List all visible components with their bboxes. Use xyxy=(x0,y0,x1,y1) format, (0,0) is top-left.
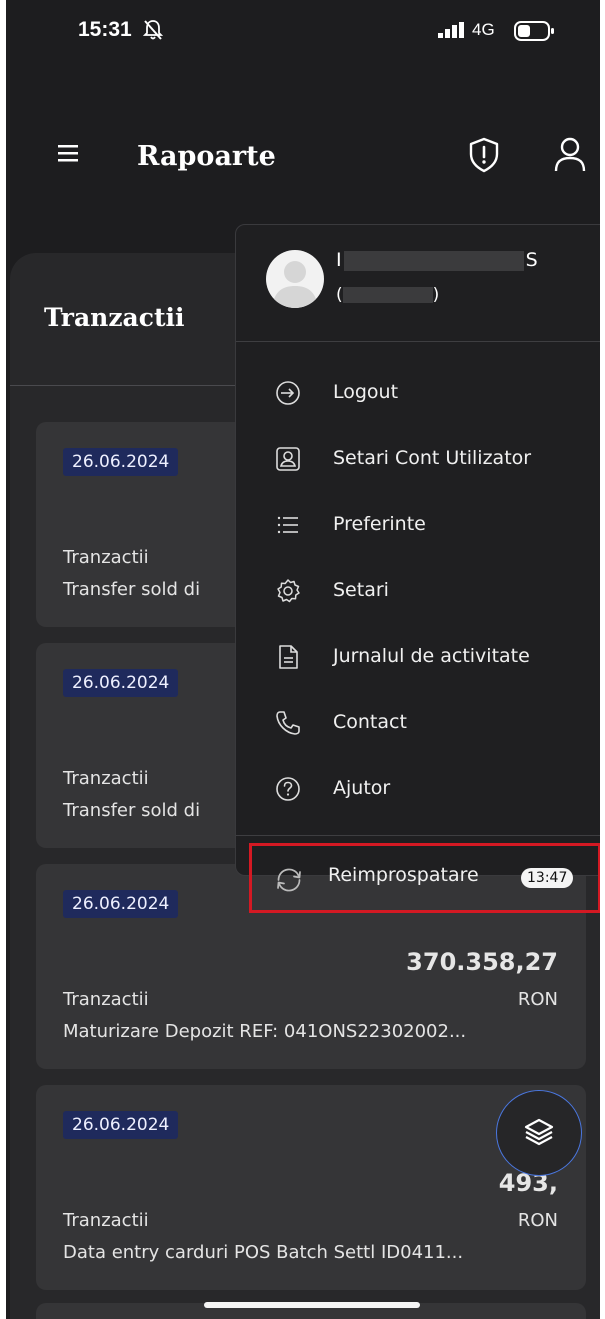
menu-item-label: Jurnalul de activitate xyxy=(333,645,530,667)
layers-icon xyxy=(524,1118,554,1146)
refresh-icon xyxy=(277,868,301,892)
menu-item-preferences[interactable]: Preferinte xyxy=(236,502,600,548)
home-indicator xyxy=(204,1302,420,1308)
transaction-description: Maturizare Depozit REF: 041ONS22302002..… xyxy=(63,1021,467,1042)
logout-icon xyxy=(276,381,300,405)
date-badge: 26.06.2024 xyxy=(63,448,179,476)
bell-slash-icon xyxy=(143,20,163,40)
section-title: Tranzactii xyxy=(44,303,185,332)
hamburger-icon[interactable] xyxy=(58,143,82,163)
gear-icon xyxy=(277,579,300,603)
transaction-currency: RON xyxy=(517,1210,558,1231)
transaction-description: Transfer sold di xyxy=(63,800,201,821)
transaction-category: Tranzactii xyxy=(63,989,149,1010)
redacted-name xyxy=(343,250,524,271)
user-name: IS xyxy=(336,249,538,271)
menu-item-label: Setari Cont Utilizator xyxy=(333,447,532,469)
refresh-time-badge: 13:47 xyxy=(521,868,574,888)
status-bar: 15:31 4G xyxy=(6,0,600,70)
refresh-button[interactable]: Reimprospatare 13:47 xyxy=(249,843,600,913)
layers-button[interactable] xyxy=(496,1090,582,1176)
list-icon xyxy=(277,516,298,534)
menu-item-label: Logout xyxy=(333,381,399,403)
user-icon[interactable] xyxy=(554,137,586,173)
user-menu: IS () Logout Setari Cont Utilizator Pref… xyxy=(235,224,600,913)
date-badge: 26.06.2024 xyxy=(63,1111,179,1139)
transaction-category: Tranzactii xyxy=(63,1210,149,1231)
user-id: () xyxy=(336,285,440,305)
transaction-description: Transfer sold di xyxy=(63,579,201,600)
transaction-category: Tranzactii xyxy=(63,547,149,568)
date-badge: 26.06.2024 xyxy=(63,890,179,918)
page-title: Rapoarte xyxy=(137,141,276,172)
menu-item-settings[interactable]: Setari xyxy=(236,568,600,614)
refresh-label: Reimprospatare xyxy=(328,864,479,886)
menu-item-label: Contact xyxy=(333,711,407,733)
menu-item-logout[interactable]: Logout xyxy=(236,370,600,416)
phone-icon xyxy=(276,711,300,735)
transaction-amount: 370.358,27 xyxy=(406,948,558,976)
document-icon xyxy=(279,645,298,669)
avatar xyxy=(266,250,324,308)
app-header: Rapoarte xyxy=(6,105,600,215)
user-account-icon xyxy=(276,447,300,471)
network-type: 4G xyxy=(472,20,495,39)
transaction-currency: RON xyxy=(517,989,558,1010)
menu-item-activity-log[interactable]: Jurnalul de activitate xyxy=(236,634,600,680)
redacted-id xyxy=(342,287,433,303)
date-badge: 26.06.2024 xyxy=(63,669,179,697)
signal-icon xyxy=(438,22,464,38)
app-screen: 15:31 4G Rapoarte Tranzactii 26.06.2024 … xyxy=(6,0,600,1319)
menu-item-help[interactable]: Ajutor xyxy=(236,766,600,812)
menu-item-account-settings[interactable]: Setari Cont Utilizator xyxy=(236,436,600,482)
battery-icon xyxy=(514,21,554,41)
menu-item-label: Ajutor xyxy=(333,777,391,799)
transaction-description: Data entry carduri POS Batch Settl ID041… xyxy=(63,1242,464,1263)
help-icon xyxy=(276,777,300,801)
menu-item-label: Preferinte xyxy=(333,513,426,535)
transaction-category: Tranzactii xyxy=(63,768,149,789)
menu-item-contact[interactable]: Contact xyxy=(236,700,600,746)
menu-item-label: Setari xyxy=(333,579,389,601)
status-time: 15:31 xyxy=(78,18,132,41)
menu-divider xyxy=(236,341,600,342)
shield-alert-icon[interactable] xyxy=(468,137,500,173)
menu-divider xyxy=(236,835,600,836)
